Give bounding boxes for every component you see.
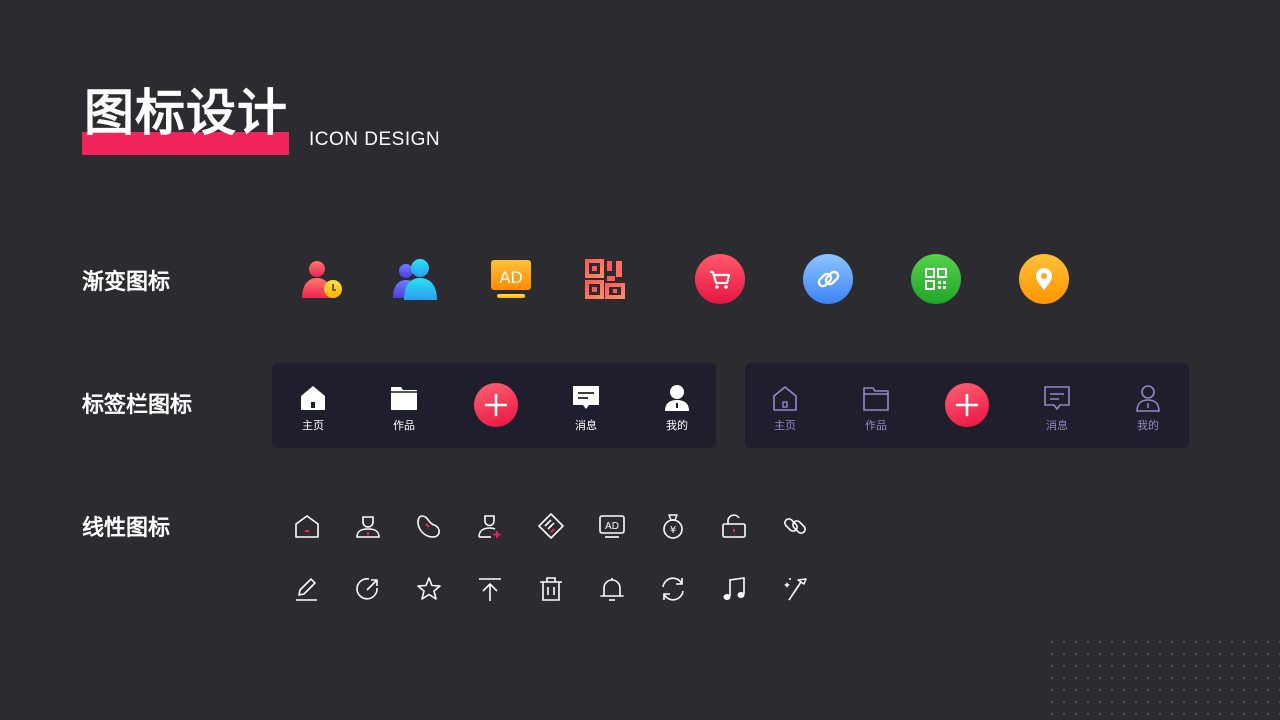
section-label-linear: 线性图标 [82, 515, 171, 541]
edit-icon [292, 574, 322, 604]
folder-icon [863, 387, 889, 411]
cart-circle-icon [695, 254, 745, 304]
tab-profile-label: 我的 [666, 419, 688, 432]
page-subtitle: ICON DESIGN [309, 129, 441, 150]
section-label-gradient: 渐变图标 [82, 269, 171, 295]
refresh-icon [658, 574, 688, 604]
home-icon [301, 386, 325, 410]
page-title: 图标设计 [84, 83, 288, 142]
user-add-icon [475, 511, 505, 541]
ad-icon: AD [597, 511, 627, 541]
tab-messages-label: 消息 [575, 419, 597, 432]
money-bag-icon: ¥ [658, 511, 688, 541]
ad-screen-icon: AD [486, 254, 536, 304]
tab-works-label: 作品 [393, 419, 415, 432]
tab-home[interactable]: 主页 [288, 383, 338, 433]
to-top-icon [475, 574, 505, 604]
magic-wand-icon [780, 574, 810, 604]
home-icon [773, 386, 797, 411]
tab-profile[interactable]: 我的 [652, 383, 702, 433]
users-icon [390, 254, 440, 304]
star-icon [414, 574, 444, 604]
qr-circle-icon [911, 254, 961, 304]
bell-icon [597, 574, 627, 604]
music-icon [719, 574, 749, 604]
section-label-tabbar: 标签栏图标 [82, 392, 193, 418]
plus-icon [484, 393, 508, 417]
location-circle-icon [1019, 254, 1069, 304]
trash-icon [536, 574, 566, 604]
message-icon [573, 386, 599, 409]
folder-icon [391, 387, 417, 410]
svg-text:AD: AD [605, 521, 619, 532]
tabbar-solid: 主页 作品 消息 我的 [272, 363, 716, 448]
user-clock-icon [296, 254, 346, 304]
profile-icon [665, 385, 689, 411]
plus-button[interactable] [945, 383, 989, 427]
plus-button[interactable] [474, 383, 518, 427]
plus-icon [955, 393, 979, 417]
share-icon [353, 574, 383, 604]
tab-works-label: 作品 [865, 419, 887, 432]
message-icon [1044, 386, 1070, 410]
tab-messages[interactable]: 消息 [1032, 383, 1082, 433]
unlock-icon [719, 511, 749, 541]
tab-messages-label: 消息 [1046, 419, 1068, 432]
bean-icon [414, 511, 444, 541]
user-icon [353, 511, 383, 541]
tab-home[interactable]: 主页 [760, 383, 810, 433]
home-icon [292, 511, 322, 541]
svg-text:¥: ¥ [670, 525, 676, 536]
tab-messages[interactable]: 消息 [561, 383, 611, 433]
profile-icon [1136, 385, 1160, 412]
ticket-icon [536, 511, 566, 541]
qr-code-icon [580, 254, 630, 304]
tab-home-label: 主页 [302, 419, 324, 432]
link-icon [780, 511, 810, 541]
tab-works[interactable]: 作品 [379, 383, 429, 433]
tab-home-label: 主页 [774, 419, 796, 432]
tab-profile[interactable]: 我的 [1123, 383, 1173, 433]
link-circle-icon [803, 254, 853, 304]
dot-grid-decoration [1046, 636, 1280, 720]
tab-profile-label: 我的 [1137, 419, 1159, 432]
tabbar-line: 主页 作品 消息 我的 [745, 363, 1189, 448]
tab-works[interactable]: 作品 [851, 383, 901, 433]
svg-text:AD: AD [499, 268, 523, 287]
